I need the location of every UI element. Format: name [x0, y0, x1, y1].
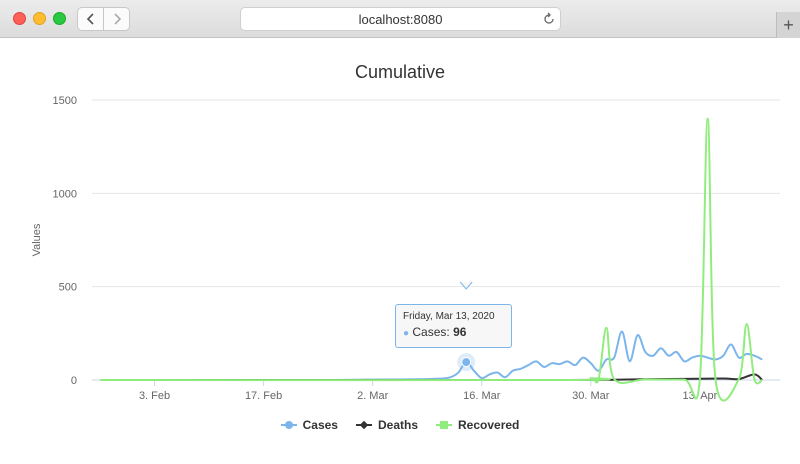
x-tick-label: 13. Apr	[682, 390, 717, 402]
address-bar[interactable]: localhost:8080	[240, 7, 561, 31]
legend-symbol-cases	[280, 419, 297, 431]
forward-button[interactable]	[103, 8, 129, 30]
legend-label-cases: Cases	[302, 418, 338, 432]
y-tick-label: 500	[59, 282, 77, 294]
back-button[interactable]	[78, 8, 103, 30]
address-text: localhost:8080	[358, 11, 443, 27]
chart-plot: 0 500 1000 1500 Values 3. Feb 17. Feb 2. Mar 16.…	[31, 95, 780, 402]
new-tab-button[interactable]: +	[776, 12, 800, 38]
maximize-window-button[interactable]	[53, 12, 66, 25]
legend-item-cases[interactable]: Cases	[280, 418, 338, 432]
y-tick-label: 1500	[53, 95, 77, 107]
legend-label-deaths: Deaths	[377, 418, 418, 432]
legend-symbol-recovered	[436, 419, 452, 431]
x-tick-label: 3. Feb	[139, 390, 170, 402]
legend-item-recovered[interactable]: Recovered	[436, 418, 519, 432]
legend-symbol-deaths	[355, 419, 372, 431]
x-tick-label: 30. Mar	[572, 390, 610, 402]
minimize-window-button[interactable]	[33, 12, 46, 25]
y-axis-label: Values	[31, 223, 43, 256]
x-tick-label: 2. Mar	[357, 390, 389, 402]
tooltip-series-dot: ●	[403, 328, 410, 339]
close-window-button[interactable]	[13, 12, 26, 25]
x-tick-label: 16. Mar	[463, 390, 501, 402]
legend-label-recovered: Recovered	[458, 418, 520, 432]
hover-point-cases	[461, 357, 472, 368]
browser-toolbar: localhost:8080 +	[0, 0, 800, 38]
plus-icon: +	[783, 14, 794, 35]
chart-container: Cumulative 0 500 1000 1500 Values 3. Feb 17. F…	[0, 38, 800, 464]
tooltip-date: Friday, Mar 13, 2020	[403, 311, 495, 322]
browser-window: localhost:8080 + Cumulative 0 500 1000 1500…	[0, 0, 800, 464]
legend-item-deaths[interactable]: Deaths	[355, 418, 418, 432]
chart-legend: Cases Deaths Recovered	[0, 418, 800, 432]
chevron-left-icon	[86, 13, 94, 25]
x-tick-label: 17. Feb	[245, 390, 282, 402]
series-line-recovered	[99, 117, 763, 402]
y-tick-label: 1000	[53, 188, 77, 200]
chart-tooltip: Friday, Mar 13, 2020 ● Cases: 96	[395, 304, 512, 348]
y-tick-label: 0	[71, 375, 77, 387]
tooltip-label: Cases:	[412, 325, 454, 339]
reload-icon[interactable]	[542, 12, 556, 26]
tooltip-value: 96	[453, 325, 467, 339]
tooltip-row: ● Cases: 96	[403, 325, 504, 339]
navigation-buttons	[77, 7, 130, 31]
tooltip-pointer	[459, 281, 473, 290]
chevron-right-icon	[114, 13, 121, 25]
